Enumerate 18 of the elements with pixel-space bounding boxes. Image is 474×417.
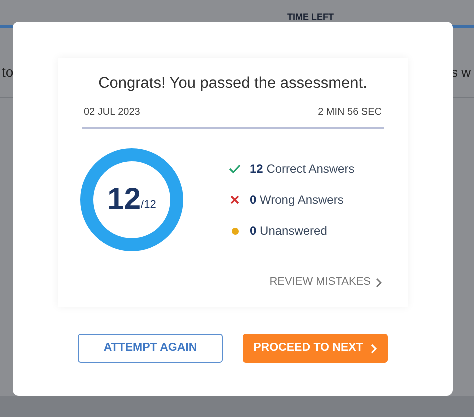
page-text: to — [2, 63, 14, 82]
date-text: 02 JUL 2023 — [84, 106, 140, 120]
check-icon — [229, 164, 241, 174]
chevron-icon — [376, 278, 382, 288]
duration-text: 2 MIN 56 SEC — [318, 106, 382, 120]
attempt-again-button[interactable]: ATTEMPT AGAIN — [78, 334, 223, 363]
proceed-button[interactable]: PROCEED TO NEXT — [243, 334, 388, 363]
score-value: 12 — [108, 185, 142, 216]
dot-icon — [232, 228, 238, 235]
result-title: Congrats! You passed the assessment. — [98, 74, 368, 94]
score-total: /12 — [141, 198, 156, 213]
review-mistakes-link[interactable]: REVIEW MISTAKES — [270, 274, 382, 291]
chevron-icon — [371, 344, 378, 354]
legend-text: 12 Correct Answers — [250, 161, 355, 178]
timer-label: TIME LEFT — [288, 10, 334, 24]
legend-text: 0 Wrong Answers — [250, 192, 344, 210]
legend-text: 0 Unanswered — [250, 223, 328, 240]
cross-icon — [230, 195, 240, 206]
